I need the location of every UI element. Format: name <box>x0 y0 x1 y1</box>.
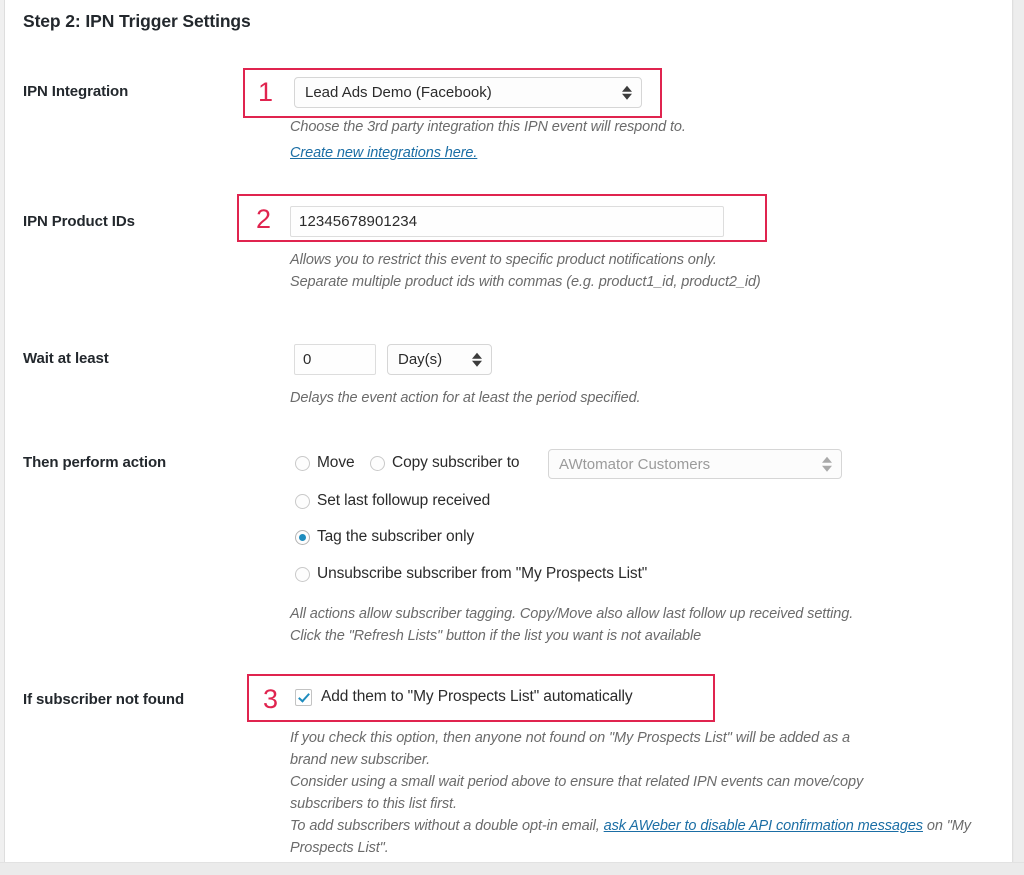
label-then-perform-action: Then perform action <box>23 454 167 471</box>
not-found-helper-line4: subscribers to this list first. <box>290 796 457 812</box>
action-option-unsubscribe[interactable]: Unsubscribe subscriber from "My Prospect… <box>295 565 647 583</box>
ipn-integration-select-value: Lead Ads Demo (Facebook) <box>305 84 492 101</box>
wait-unit-select[interactable]: Day(s) <box>387 344 492 375</box>
radio-tag-only[interactable] <box>295 529 310 545</box>
radio-move[interactable] <box>295 455 310 471</box>
label-ipn-product-ids: IPN Product IDs <box>23 213 135 230</box>
not-found-helper-line1: If you check this option, then anyone no… <box>290 730 850 746</box>
action-option-tag-only-label: Tag the subscriber only <box>317 528 475 545</box>
annotation-number-2: 2 <box>256 204 272 234</box>
then-perform-action-helper-line1: All actions allow subscriber tagging. Co… <box>290 606 854 622</box>
target-list-select[interactable]: AWtomator Customers <box>548 449 842 479</box>
action-option-move[interactable]: Move <box>295 454 355 472</box>
wait-amount-value: 0 <box>303 351 312 368</box>
bottom-gutter <box>0 862 1024 875</box>
radio-set-last-followup[interactable] <box>295 493 310 509</box>
radio-copy[interactable] <box>370 455 385 471</box>
not-found-helper-line3: Consider using a small wait period above… <box>290 774 864 790</box>
action-option-copy[interactable]: Copy subscriber to <box>370 454 520 472</box>
screenshot-root: Step 2: IPN Trigger Settings IPN Integra… <box>0 0 1024 875</box>
add-to-list-checkbox-row[interactable]: Add them to "My Prospects List" automati… <box>295 688 633 706</box>
ipn-product-ids-input[interactable]: 12345678901234 <box>290 206 724 237</box>
target-list-select-value: AWtomator Customers <box>559 455 711 473</box>
chevron-updown-icon <box>622 85 632 100</box>
ipn-product-ids-value: 12345678901234 <box>299 213 418 230</box>
chevron-updown-icon <box>472 352 482 367</box>
annotation-number-3: 3 <box>263 684 279 714</box>
ipn-product-ids-helper-line1: Allows you to restrict this event to spe… <box>290 252 717 268</box>
chevron-updown-icon <box>822 456 832 472</box>
action-option-set-last-followup-label: Set last followup received <box>317 492 491 509</box>
radio-unsubscribe[interactable] <box>295 566 310 582</box>
label-if-subscriber-not-found: If subscriber not found <box>23 691 185 708</box>
add-to-list-checkbox[interactable] <box>295 688 312 706</box>
not-found-helper-line5: To add subscribers without a double opt-… <box>290 815 990 859</box>
action-option-unsubscribe-label: Unsubscribe subscriber from "My Prospect… <box>317 565 648 582</box>
not-found-helper-line5-pre: To add subscribers without a double opt-… <box>290 818 604 834</box>
action-option-copy-label: Copy subscriber to <box>392 454 520 471</box>
annotation-number-1: 1 <box>258 77 274 107</box>
page-title: Step 2: IPN Trigger Settings <box>23 11 251 31</box>
then-perform-action-helper-line2: Click the "Refresh Lists" button if the … <box>290 628 702 644</box>
label-wait-at-least: Wait at least <box>23 350 109 367</box>
aweber-api-confirmation-link[interactable]: ask AWeber to disable API confirmation m… <box>604 818 923 834</box>
settings-panel: Step 2: IPN Trigger Settings IPN Integra… <box>4 0 1013 862</box>
wait-unit-value: Day(s) <box>398 351 443 368</box>
create-new-integrations-link[interactable]: Create new integrations here. <box>290 145 477 161</box>
label-ipn-integration: IPN Integration <box>23 83 129 100</box>
wait-amount-input[interactable]: 0 <box>294 344 376 375</box>
ipn-integration-select[interactable]: Lead Ads Demo (Facebook) <box>294 77 642 108</box>
ipn-integration-helper: Choose the 3rd party integration this IP… <box>290 119 686 135</box>
wait-at-least-helper: Delays the event action for at least the… <box>290 390 641 406</box>
add-to-list-checkbox-label: Add them to "My Prospects List" automati… <box>321 688 633 705</box>
action-option-tag-only[interactable]: Tag the subscriber only <box>295 528 474 546</box>
ipn-product-ids-helper-line2: Separate multiple product ids with comma… <box>290 274 761 290</box>
action-option-move-label: Move <box>317 454 355 471</box>
not-found-helper-line2: brand new subscriber. <box>290 752 431 768</box>
action-option-set-last-followup[interactable]: Set last followup received <box>295 492 490 510</box>
